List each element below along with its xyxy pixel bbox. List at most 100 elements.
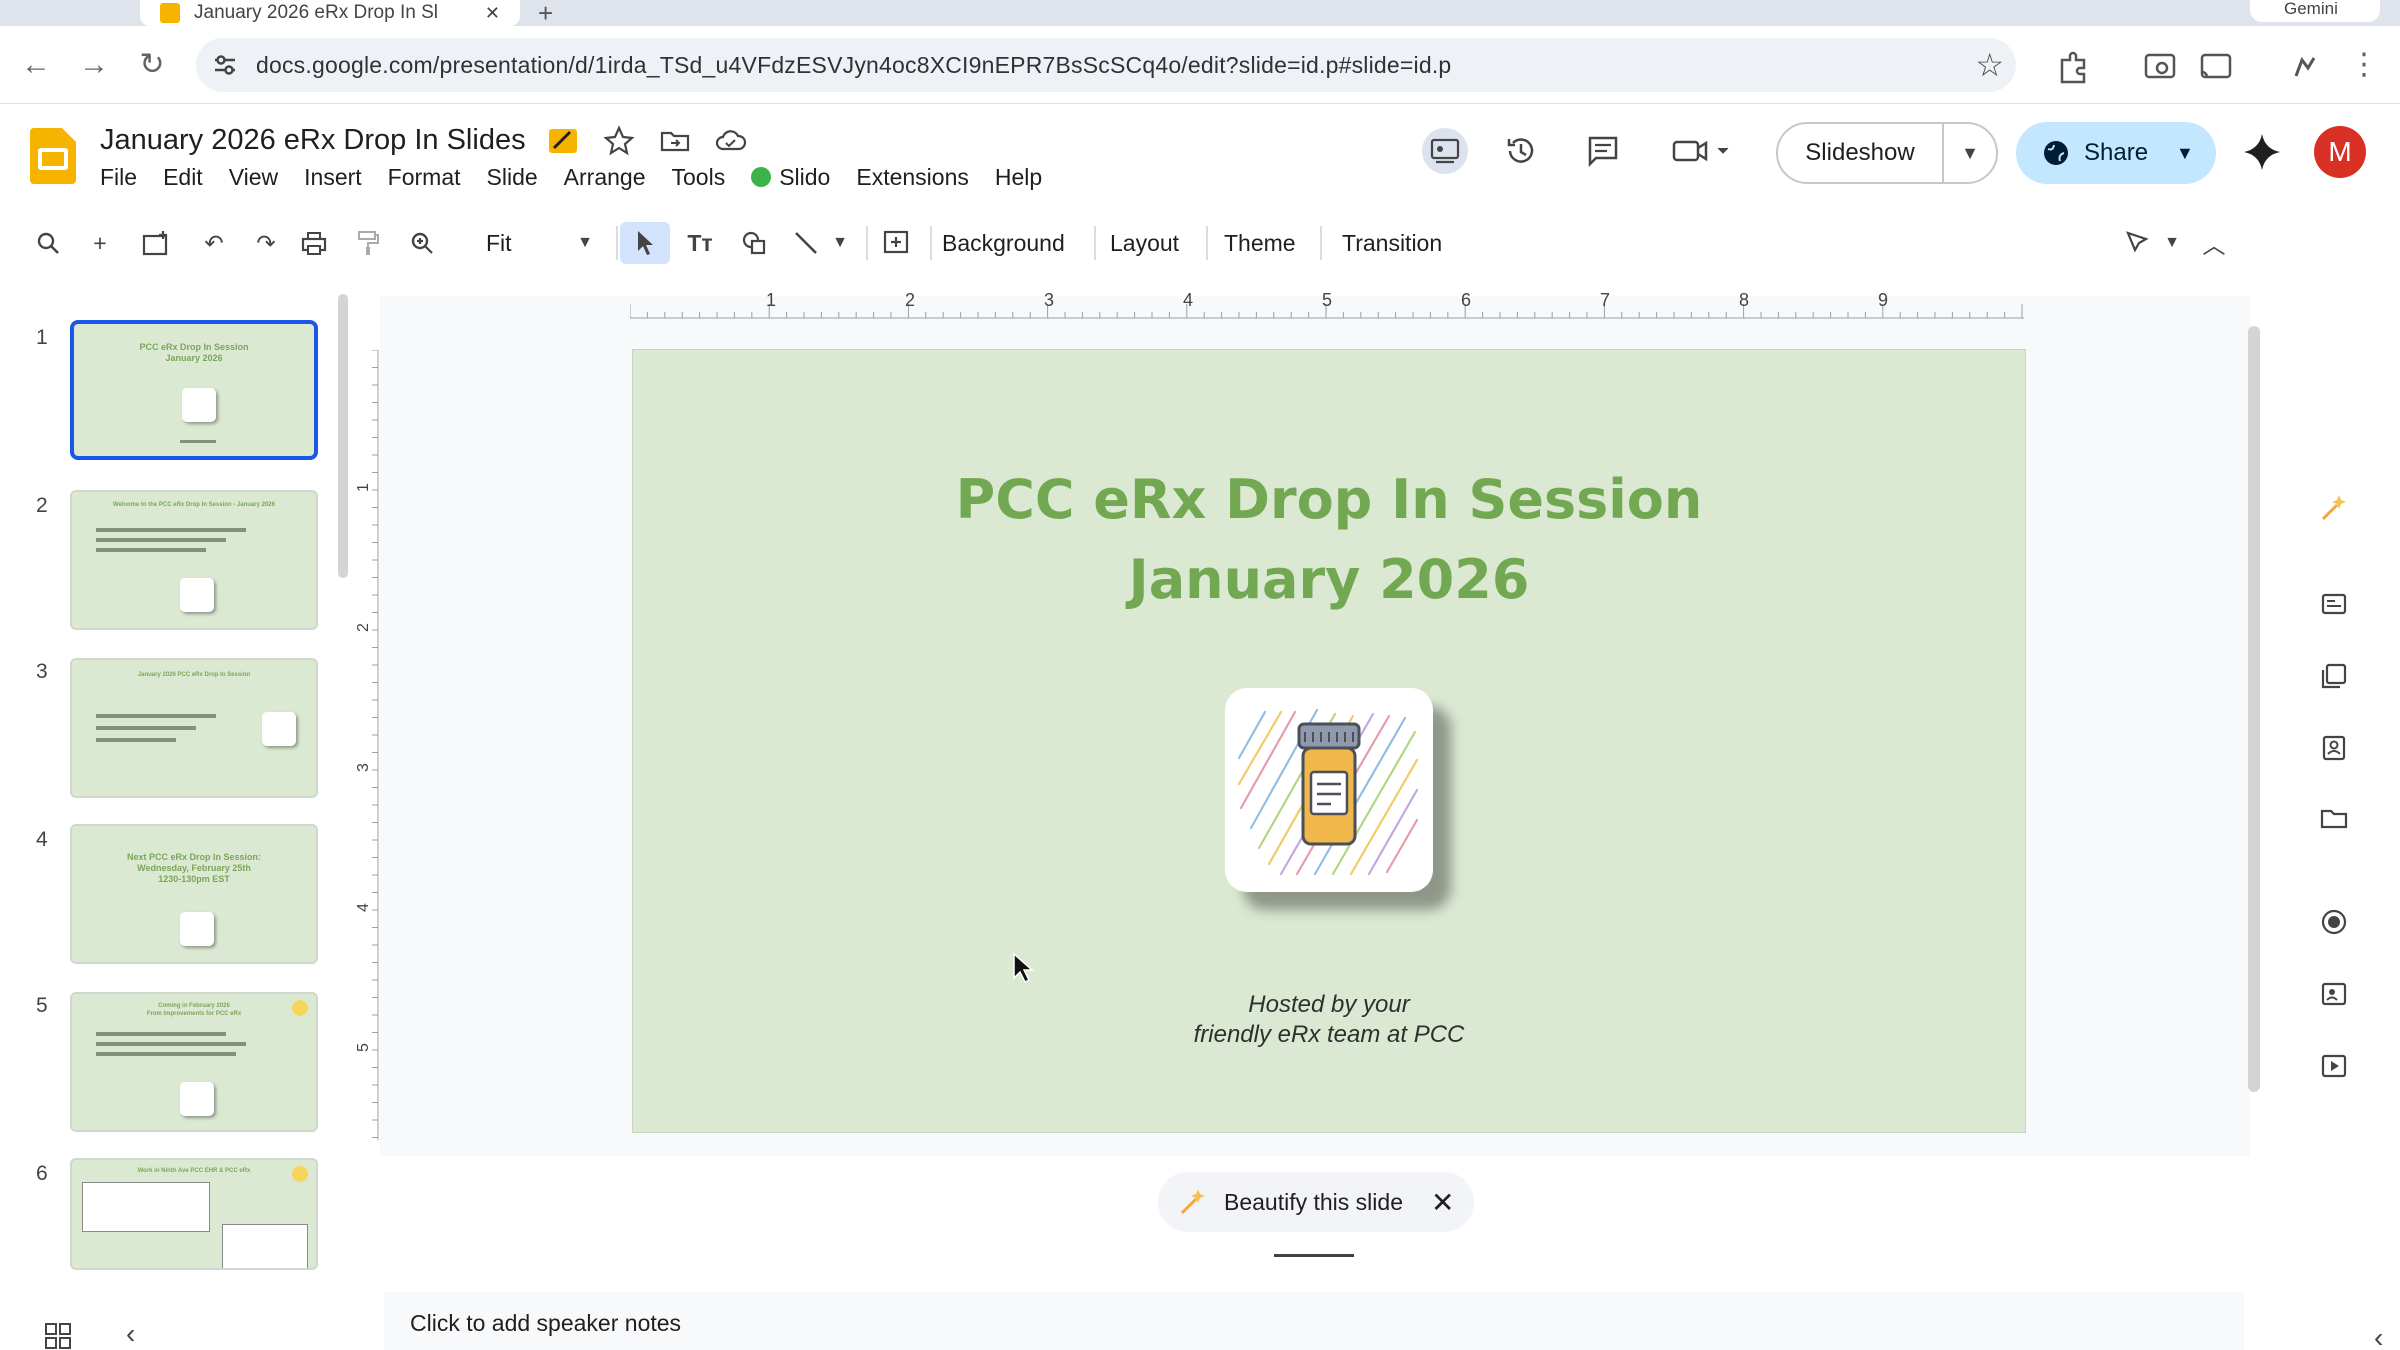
extension-puzzle-icon[interactable] xyxy=(2284,46,2324,86)
line-dropdown-icon[interactable]: ▼ xyxy=(828,222,852,264)
menu-help[interactable]: Help xyxy=(995,164,1042,191)
meet-call-button[interactable] xyxy=(1668,128,1742,174)
present-to-meet-button[interactable] xyxy=(1422,128,1468,174)
version-history-button[interactable] xyxy=(1498,128,1544,174)
new-slide-layout-icon[interactable] xyxy=(134,222,178,264)
browser-menu-icon[interactable]: ⋮ xyxy=(2344,46,2384,86)
canvas-scrollbar[interactable] xyxy=(2248,326,2260,1092)
forward-icon[interactable]: → xyxy=(74,46,114,86)
menu-tools[interactable]: Tools xyxy=(672,164,726,191)
slide-thumbnail-1[interactable]: PCC eRx Drop In Session January 2026 xyxy=(70,320,318,460)
slideshow-button-group: Slideshow ▼ xyxy=(1776,122,1998,184)
select-tool-icon[interactable] xyxy=(620,222,670,264)
slide-thumbnail-5[interactable]: Coming in February 2026 From Improvement… xyxy=(70,992,318,1132)
menu-format[interactable]: Format xyxy=(388,164,461,191)
text-box-icon[interactable]: Tт xyxy=(678,222,722,264)
browser-tab[interactable]: January 2026 eRx Drop In Sl ✕ xyxy=(140,0,520,26)
gemini-button[interactable]: Gemini xyxy=(2250,0,2380,22)
add-comment-icon[interactable] xyxy=(874,222,918,264)
site-settings-icon[interactable] xyxy=(210,50,240,80)
slide-title[interactable]: PCC eRx Drop In Session January 2026 xyxy=(633,460,2025,620)
slides-logo-icon[interactable] xyxy=(30,128,76,184)
filmstrip-scrollbar[interactable] xyxy=(338,294,348,578)
current-slide[interactable]: PCC eRx Drop In Session January 2026 Hos… xyxy=(632,349,2026,1133)
shape-icon[interactable] xyxy=(732,222,776,264)
share-dropdown-icon[interactable]: ▼ xyxy=(2176,143,2194,164)
keep-notes-icon[interactable] xyxy=(2314,584,2354,624)
ruler-mark: 7 xyxy=(1600,292,1610,310)
gemini-label: Gemini xyxy=(2284,0,2338,18)
record-icon[interactable] xyxy=(2314,902,2354,942)
menu-file[interactable]: File xyxy=(100,164,137,191)
menu-slide[interactable]: Slide xyxy=(487,164,538,191)
menu-edit[interactable]: Edit xyxy=(163,164,203,191)
menu-slido[interactable]: Slido xyxy=(751,164,830,191)
document-title[interactable]: January 2026 eRx Drop In Slides xyxy=(100,124,526,157)
zoom-icon[interactable] xyxy=(400,222,444,264)
tab-close-icon[interactable]: ✕ xyxy=(485,3,500,24)
transition-button[interactable]: Transition xyxy=(1342,222,1442,264)
slideshow-dropdown-icon[interactable]: ▼ xyxy=(1944,124,1996,182)
menu-slido-label: Slido xyxy=(779,164,831,190)
redo-icon[interactable]: ↷ xyxy=(246,222,286,264)
editing-toolbar: + ↶ ↷ Fit ▼ Tт ▼ Background Layout Theme… xyxy=(26,218,2226,268)
theme-button[interactable]: Theme xyxy=(1224,222,1296,264)
menu-arrange[interactable]: Arrange xyxy=(564,164,646,191)
close-icon[interactable]: ✕ xyxy=(1431,1186,1454,1219)
line-tool-icon[interactable] xyxy=(784,222,828,264)
slides-panel-icon[interactable] xyxy=(2314,656,2354,696)
background-button[interactable]: Background xyxy=(942,222,1065,264)
tab-search-icon[interactable] xyxy=(2140,46,2180,86)
side-panel-collapse-icon[interactable]: ‹ xyxy=(2374,1322,2383,1350)
star-icon[interactable] xyxy=(602,124,636,158)
undo-icon[interactable]: ↶ xyxy=(194,222,234,264)
back-icon[interactable]: ← xyxy=(16,46,56,86)
play-video-icon[interactable] xyxy=(2314,1046,2354,1086)
beautify-slide-chip[interactable]: Beautify this slide ✕ xyxy=(1158,1172,1474,1232)
paint-format-icon[interactable] xyxy=(348,222,388,264)
reload-icon[interactable]: ↻ xyxy=(132,46,172,86)
zoom-dropdown-icon[interactable]: ▼ xyxy=(572,222,598,264)
share-button[interactable]: Share ▼ xyxy=(2016,122,2216,184)
collapse-menus-icon[interactable]: ︿ xyxy=(2194,222,2234,264)
collapse-filmstrip-icon[interactable]: ‹ xyxy=(126,1318,135,1350)
pen-tool-icon[interactable] xyxy=(2116,222,2160,264)
layout-button[interactable]: Layout xyxy=(1110,222,1179,264)
slide-thumbnail-3[interactable]: January 2026 PCC eRx Drop In Session xyxy=(70,658,318,798)
bookmark-star-icon[interactable]: ☆ xyxy=(1975,46,2004,84)
menu-extensions[interactable]: Extensions xyxy=(856,164,969,191)
thumbnail-title: Coming in February 2026 From Improvement… xyxy=(146,1003,242,1017)
magic-sparkle-icon[interactable] xyxy=(2314,488,2354,528)
grid-view-icon[interactable] xyxy=(44,1322,72,1350)
extensions-icon[interactable] xyxy=(2052,46,2092,86)
print-icon[interactable] xyxy=(294,222,334,264)
new-slide-icon[interactable]: + xyxy=(78,222,122,264)
slide-subtitle[interactable]: Hosted by your friendly eRx team at PCC xyxy=(633,990,2025,1050)
slide-thumbnail-6[interactable]: Work in Ninth Ave PCC EHR & PCC eRx xyxy=(70,1158,318,1270)
pen-dropdown-icon[interactable]: ▼ xyxy=(2160,222,2184,264)
prescription-bottle-icon xyxy=(1237,708,1419,876)
cast-icon[interactable] xyxy=(2196,46,2236,86)
comments-button[interactable] xyxy=(1580,128,1626,174)
menu-insert[interactable]: Insert xyxy=(304,164,362,191)
slideshow-button[interactable]: Slideshow xyxy=(1778,124,1944,182)
slides-extension-badge-icon[interactable] xyxy=(546,124,580,158)
cloud-saved-icon[interactable] xyxy=(714,124,748,158)
search-menus-icon[interactable] xyxy=(26,222,70,264)
prescription-bottle-image[interactable] xyxy=(1225,688,1433,892)
gemini-sparkle-icon[interactable] xyxy=(2240,130,2284,174)
notes-resize-handle[interactable] xyxy=(1274,1254,1354,1257)
contacts-icon[interactable] xyxy=(2314,728,2354,768)
move-to-folder-icon[interactable] xyxy=(658,124,692,158)
folder-icon[interactable] xyxy=(2314,798,2354,838)
slide-thumbnail-2[interactable]: Welcome to the PCC eRx Drop In Session -… xyxy=(70,490,318,630)
slide-thumbnail-4[interactable]: Next PCC eRx Drop In Session: Wednesday,… xyxy=(70,824,318,964)
address-bar[interactable]: docs.google.com/presentation/d/1irda_TSd… xyxy=(196,38,2016,92)
camera-recording-icon[interactable] xyxy=(2314,974,2354,1014)
account-avatar[interactable]: M xyxy=(2314,126,2366,178)
menu-view[interactable]: View xyxy=(229,164,278,191)
new-tab-icon[interactable]: + xyxy=(538,0,553,29)
thumbnail-bottle-icon xyxy=(182,388,216,422)
zoom-select[interactable]: Fit xyxy=(486,222,512,264)
speaker-notes[interactable]: Click to add speaker notes xyxy=(384,1292,2244,1350)
